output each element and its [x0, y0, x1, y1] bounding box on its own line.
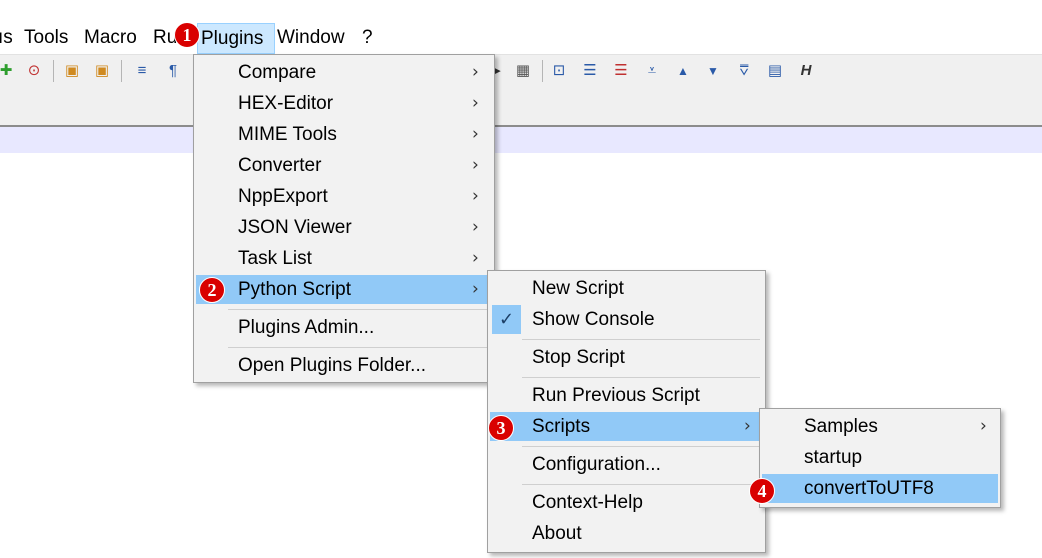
wrap-icon[interactable]: ≡ — [132, 61, 152, 81]
menu-item-label: convertToUTF8 — [804, 478, 934, 499]
scripts-submenu: Samples › startup convertToUTF8 — [759, 408, 1001, 508]
menu-separator — [522, 446, 760, 447]
menu-item-label: Context-Help — [532, 492, 643, 513]
menu-item-converter[interactable]: Converter › — [196, 151, 492, 180]
menu-item-stop-script[interactable]: Stop Script — [490, 343, 763, 372]
chevron-right-icon: › — [472, 186, 479, 206]
bookmark-icon[interactable]: ⊡ — [549, 61, 569, 81]
toolbar-separator — [53, 60, 54, 82]
menu-item-startup[interactable]: startup — [762, 443, 998, 472]
menu-item-label: Stop Script — [532, 347, 625, 368]
menu-item-label: MIME Tools — [238, 124, 337, 145]
menu-item-label: Task List — [238, 248, 312, 269]
menu-bar: ıs Tools Macro Ru Plugins Window ? — [0, 22, 1042, 54]
menu-item-label: Python Script — [238, 279, 351, 300]
menu-item-label: About — [532, 523, 582, 544]
menu-item-label: startup — [804, 447, 863, 468]
menu-item-json-viewer[interactable]: JSON Viewer › — [196, 213, 492, 242]
menu-item-label: New Script — [532, 278, 624, 299]
step-badge-2: 2 — [199, 277, 225, 303]
checkmark-icon: ✓ — [492, 305, 521, 334]
menu-item-label: Plugins Admin... — [238, 317, 375, 338]
zoom-icon[interactable]: ⊙ — [24, 61, 44, 81]
menubar-item-window[interactable]: Window — [277, 22, 345, 54]
lock-doc-icon[interactable]: ▣ — [62, 61, 82, 81]
current-line-highlight — [0, 127, 1042, 153]
menu-item-new-script[interactable]: New Script — [490, 274, 763, 303]
menu-item-task-list[interactable]: Task List › — [196, 244, 492, 273]
nav-up-icon[interactable]: ▲ — [673, 61, 693, 81]
menu-item-label: Compare — [238, 62, 317, 83]
menu-item-compare[interactable]: Compare › — [196, 58, 492, 87]
nav-bottom-icon[interactable]: ⩢ — [734, 61, 754, 81]
list-red-icon[interactable]: ☰ — [611, 61, 631, 81]
menu-item-configuration[interactable]: Configuration... — [490, 450, 763, 479]
menubar-item-plugins[interactable]: Plugins — [197, 23, 275, 54]
step-badge-4: 4 — [749, 478, 775, 504]
menu-item-nppexport[interactable]: NppExport › — [196, 182, 492, 211]
menu-item-mime-tools[interactable]: MIME Tools › — [196, 120, 492, 149]
menubar-item-help[interactable]: ? — [362, 22, 373, 54]
menu-item-label: JSON Viewer — [238, 217, 352, 238]
list-icon[interactable]: ☰ — [580, 61, 600, 81]
h-icon[interactable]: H — [796, 61, 816, 81]
chevron-right-icon: › — [472, 217, 479, 237]
menu-item-open-plugins-folder[interactable]: Open Plugins Folder... — [196, 351, 492, 380]
menubar-item-tools[interactable]: Tools — [24, 22, 68, 54]
menu-separator — [228, 309, 488, 310]
macro-icon[interactable]: ▦ — [513, 61, 533, 81]
toolbar-separator — [542, 60, 543, 82]
menu-separator — [522, 377, 760, 378]
nav-top-icon[interactable]: ⩡ — [642, 61, 662, 81]
pilcrow-icon[interactable]: ¶ — [163, 61, 183, 81]
step-badge-3: 3 — [488, 415, 514, 441]
menu-separator — [522, 484, 760, 485]
tab-bar — [0, 87, 1042, 127]
menu-item-label: Configuration... — [532, 454, 661, 475]
menu-separator — [522, 339, 760, 340]
chevron-right-icon: › — [472, 124, 479, 144]
menu-item-run-previous-script[interactable]: Run Previous Script — [490, 381, 763, 410]
menu-item-label: Converter — [238, 155, 322, 176]
h-letter: H — [800, 62, 812, 79]
chevron-right-icon: › — [744, 416, 751, 436]
nav-down-icon[interactable]: ▼ — [703, 61, 723, 81]
menu-item-python-script[interactable]: Python Script › — [196, 275, 490, 304]
plus-icon[interactable]: ✚ — [0, 61, 16, 81]
chevron-right-icon: › — [472, 62, 479, 82]
chevron-right-icon: › — [472, 93, 479, 113]
menu-item-label: Samples — [804, 416, 878, 437]
plugins-menu: Compare › HEX-Editor › MIME Tools › Conv… — [193, 54, 495, 383]
menu-item-label: Open Plugins Folder... — [238, 355, 426, 376]
chevron-right-icon: › — [472, 155, 479, 175]
chevron-right-icon: › — [980, 416, 987, 436]
python-script-submenu: New Script ✓ Show Console Stop Script Ru… — [487, 270, 766, 553]
menu-item-hex-editor[interactable]: HEX-Editor › — [196, 89, 492, 118]
menu-item-label: HEX-Editor — [238, 93, 334, 114]
menu-item-label: Show Console — [532, 309, 655, 330]
menu-item-plugins-admin[interactable]: Plugins Admin... — [196, 313, 492, 342]
menu-item-converttoutf8[interactable]: convertToUTF8 — [762, 474, 998, 503]
menu-item-label: NppExport — [238, 186, 328, 207]
menu-item-samples[interactable]: Samples › — [762, 412, 998, 441]
menu-item-about[interactable]: About — [490, 519, 763, 548]
lock-doc2-icon[interactable]: ▣ — [92, 61, 112, 81]
chevron-right-icon: › — [472, 279, 479, 299]
toolbar: ✚ ⊙ ▣ ▣ ≡ ¶ ▶ ▦ ⊡ ☰ ☰ ⩡ ▲ ▼ ⩢ ▤ H — [0, 54, 1042, 87]
pilcrow-symbol: ¶ — [168, 62, 178, 79]
menu-item-show-console[interactable]: ✓ Show Console — [490, 305, 763, 334]
menu-separator — [228, 347, 488, 348]
panel-icon[interactable]: ▤ — [765, 61, 785, 81]
menubar-item-settings[interactable]: ıs — [0, 22, 13, 54]
menu-item-scripts[interactable]: Scripts › — [490, 412, 761, 441]
toolbar-separator — [121, 60, 122, 82]
menubar-item-macro[interactable]: Macro — [84, 22, 137, 54]
menu-item-label: Run Previous Script — [532, 385, 700, 406]
menu-item-context-help[interactable]: Context-Help — [490, 488, 763, 517]
step-badge-1: 1 — [174, 22, 200, 48]
chevron-right-icon: › — [472, 248, 479, 268]
menu-item-label: Scripts — [532, 416, 591, 437]
